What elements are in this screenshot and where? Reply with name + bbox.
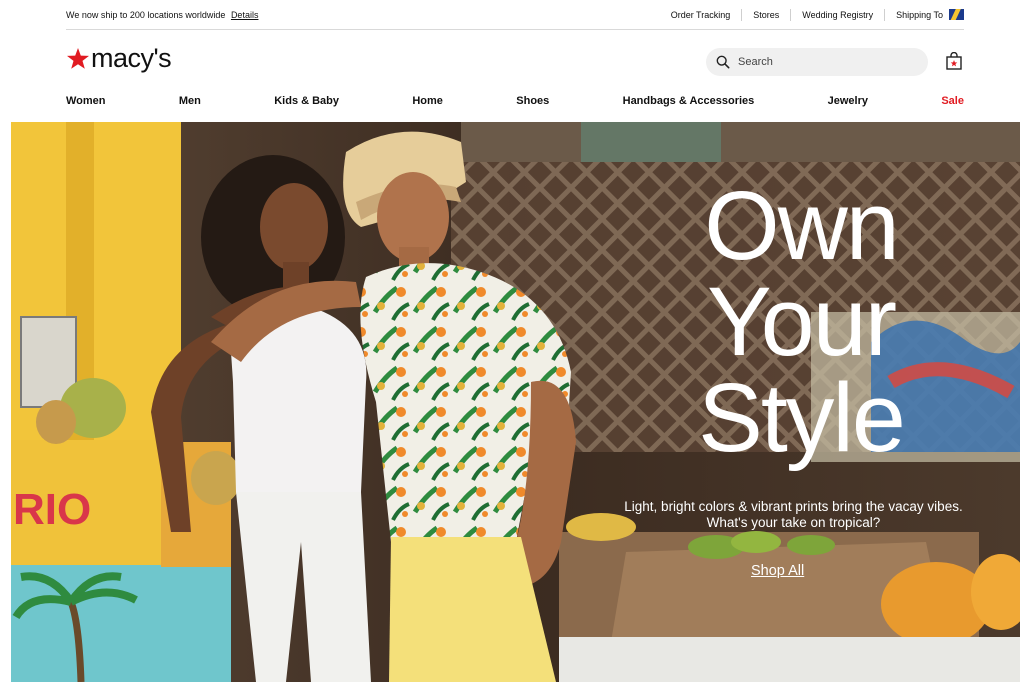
utility-bar: We now ship to 200 locations worldwide D… bbox=[66, 0, 964, 30]
star-icon bbox=[67, 47, 89, 69]
hero-subtext: Light, bright colors & vibrant prints br… bbox=[596, 499, 991, 531]
country-flag-icon bbox=[949, 9, 964, 20]
hero-subtext-line-1: Light, bright colors & vibrant prints br… bbox=[624, 499, 963, 514]
shipping-to-label: Shipping To bbox=[896, 9, 943, 20]
site-header: macy's bbox=[66, 31, 964, 93]
headline-line-2: Your bbox=[707, 267, 897, 376]
nav-jewelry[interactable]: Jewelry bbox=[828, 95, 868, 107]
headline-line-1: Own bbox=[704, 171, 899, 280]
order-tracking-link[interactable]: Order Tracking bbox=[660, 9, 742, 21]
search-bar[interactable] bbox=[706, 48, 928, 76]
shipping-promo: We now ship to 200 locations worldwide D… bbox=[66, 10, 258, 20]
nav-men[interactable]: Men bbox=[179, 95, 201, 107]
macys-logo[interactable]: macy's bbox=[66, 43, 172, 73]
wedding-registry-link[interactable]: Wedding Registry bbox=[790, 8, 884, 21]
nav-shoes[interactable]: Shoes bbox=[516, 95, 549, 107]
nav-kids-baby[interactable]: Kids & Baby bbox=[274, 95, 339, 107]
hero-headline: Own Your Style bbox=[651, 171, 951, 472]
hero-banner[interactable]: RIO Own Your Style Light, bright colors … bbox=[11, 122, 1020, 682]
main-nav: Women Men Kids & Baby Home Shoes Handbag… bbox=[66, 93, 964, 109]
shipping-to-link[interactable]: Shipping To bbox=[884, 8, 964, 21]
shipping-promo-text: We now ship to 200 locations worldwide bbox=[66, 9, 226, 20]
wall-text-rio: RIO bbox=[13, 485, 91, 534]
utility-links: Order Tracking Stores Wedding Registry S… bbox=[660, 8, 964, 21]
search-icon bbox=[716, 55, 730, 69]
headline-line-3: Style bbox=[698, 363, 906, 472]
logo-wordmark: macy's bbox=[91, 43, 172, 73]
search-input[interactable] bbox=[738, 56, 908, 68]
nav-home[interactable]: Home bbox=[412, 95, 443, 107]
shop-all-link[interactable]: Shop All bbox=[751, 563, 804, 579]
stores-link[interactable]: Stores bbox=[741, 8, 790, 21]
shopping-bag-icon[interactable] bbox=[946, 52, 962, 70]
hero-subtext-line-2: What's your take on tropical? bbox=[706, 515, 881, 530]
promo-details-link[interactable]: Details bbox=[231, 10, 259, 20]
nav-sale[interactable]: Sale bbox=[941, 95, 964, 107]
nav-women[interactable]: Women bbox=[66, 95, 106, 107]
nav-handbags-accessories[interactable]: Handbags & Accessories bbox=[623, 95, 755, 107]
